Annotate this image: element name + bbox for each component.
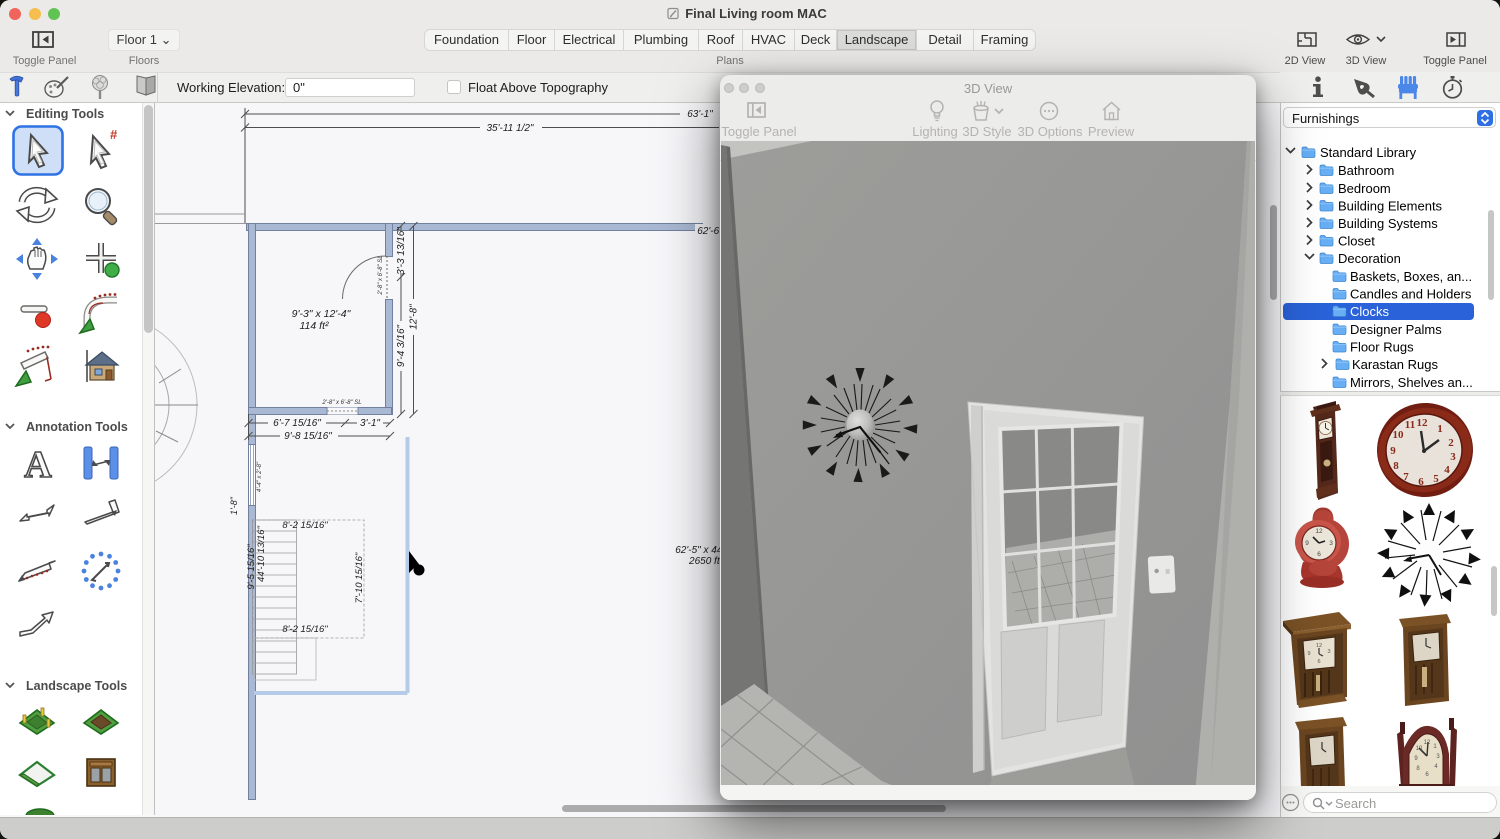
svg-text:6: 6 [1317,659,1320,665]
svg-text:Annotation Tools: Annotation Tools [26,420,128,434]
svg-text:6'-7 15/16": 6'-7 15/16" [273,418,321,429]
svg-text:Standard Library: Standard Library [1320,145,1417,160]
svg-text:Mirrors, Shelves an...: Mirrors, Shelves an... [1350,375,1473,390]
svg-text:9'-3" x 12'-4": 9'-3" x 12'-4" [292,308,352,320]
svg-text:12'-8": 12'-8" [409,304,420,330]
svg-text:11: 11 [1405,419,1415,431]
svg-text:9: 9 [1307,651,1310,657]
svg-text:6: 6 [1418,476,1424,488]
svg-text:8'-2 15/16": 8'-2 15/16" [282,520,328,531]
svg-text:2'-8" x 6'-8" SL: 2'-8" x 6'-8" SL [321,400,361,406]
svg-text:1: 1 [1437,423,1443,435]
svg-text:3: 3 [1450,451,1456,463]
svg-text:10: 10 [1393,429,1405,441]
svg-text:8: 8 [1393,460,1399,472]
svg-text:12: 12 [1417,417,1429,429]
svg-text:Bedroom: Bedroom [1338,181,1391,196]
svg-text:9'-4 3/16": 9'-4 3/16" [396,324,407,367]
svg-text:3: 3 [1327,649,1330,655]
svg-text:9'-5 15/16": 9'-5 15/16" [246,544,257,590]
svg-text:Editing Tools: Editing Tools [26,107,104,121]
svg-text:9: 9 [1305,540,1309,547]
svg-text:2'-8" x 6'-8" SL: 2'-8" x 6'-8" SL [378,255,384,295]
svg-text:44'-10 13/16": 44'-10 13/16" [256,525,267,582]
svg-text:Karastan Rugs: Karastan Rugs [1352,357,1438,372]
svg-text:1'-8": 1'-8" [229,496,239,515]
svg-text:#: # [110,127,118,142]
svg-text:Closet: Closet [1338,234,1375,249]
svg-text:Candles and Holders: Candles and Holders [1350,287,1472,302]
svg-text:63'-1": 63'-1" [687,109,713,120]
svg-text:Building Systems: Building Systems [1338,216,1438,231]
svg-text:4: 4 [1444,464,1450,476]
svg-text:5: 5 [1433,473,1439,485]
svg-text:Decoration: Decoration [1338,251,1401,266]
svg-text:Building Elements: Building Elements [1338,199,1443,214]
svg-text:35'-11 1/2": 35'-11 1/2" [487,123,534,134]
svg-text:3: 3 [1329,540,1333,547]
svg-text:9: 9 [1390,445,1396,457]
svg-text:A: A [24,444,52,486]
svg-text:2650 ft²: 2650 ft² [688,556,724,567]
svg-text:114 ft²: 114 ft² [300,320,329,332]
svg-text:7: 7 [1403,471,1409,483]
svg-text:4'-4" x 2'-8": 4'-4" x 2'-8" [257,461,263,492]
svg-text:8'-2 15/16": 8'-2 15/16" [282,624,328,635]
svg-text:Floor Rugs: Floor Rugs [1350,340,1414,355]
svg-text:Landscape Tools: Landscape Tools [26,679,127,693]
svg-text:6: 6 [1317,551,1321,558]
svg-text:12: 12 [1315,528,1323,535]
svg-text:Designer Palms: Designer Palms [1350,322,1442,337]
svg-text:2: 2 [1448,437,1454,449]
svg-text:3'-1": 3'-1" [360,418,380,429]
svg-text:9'-8 15/16": 9'-8 15/16" [284,431,332,442]
svg-text:7'-10 15/16": 7'-10 15/16" [354,552,365,603]
svg-text:Clocks: Clocks [1350,304,1390,319]
svg-text:Bathroom: Bathroom [1338,163,1394,178]
svg-text:3'-3 13/16": 3'-3 13/16" [396,227,407,275]
svg-text:Baskets, Boxes, an...: Baskets, Boxes, an... [1350,269,1472,284]
